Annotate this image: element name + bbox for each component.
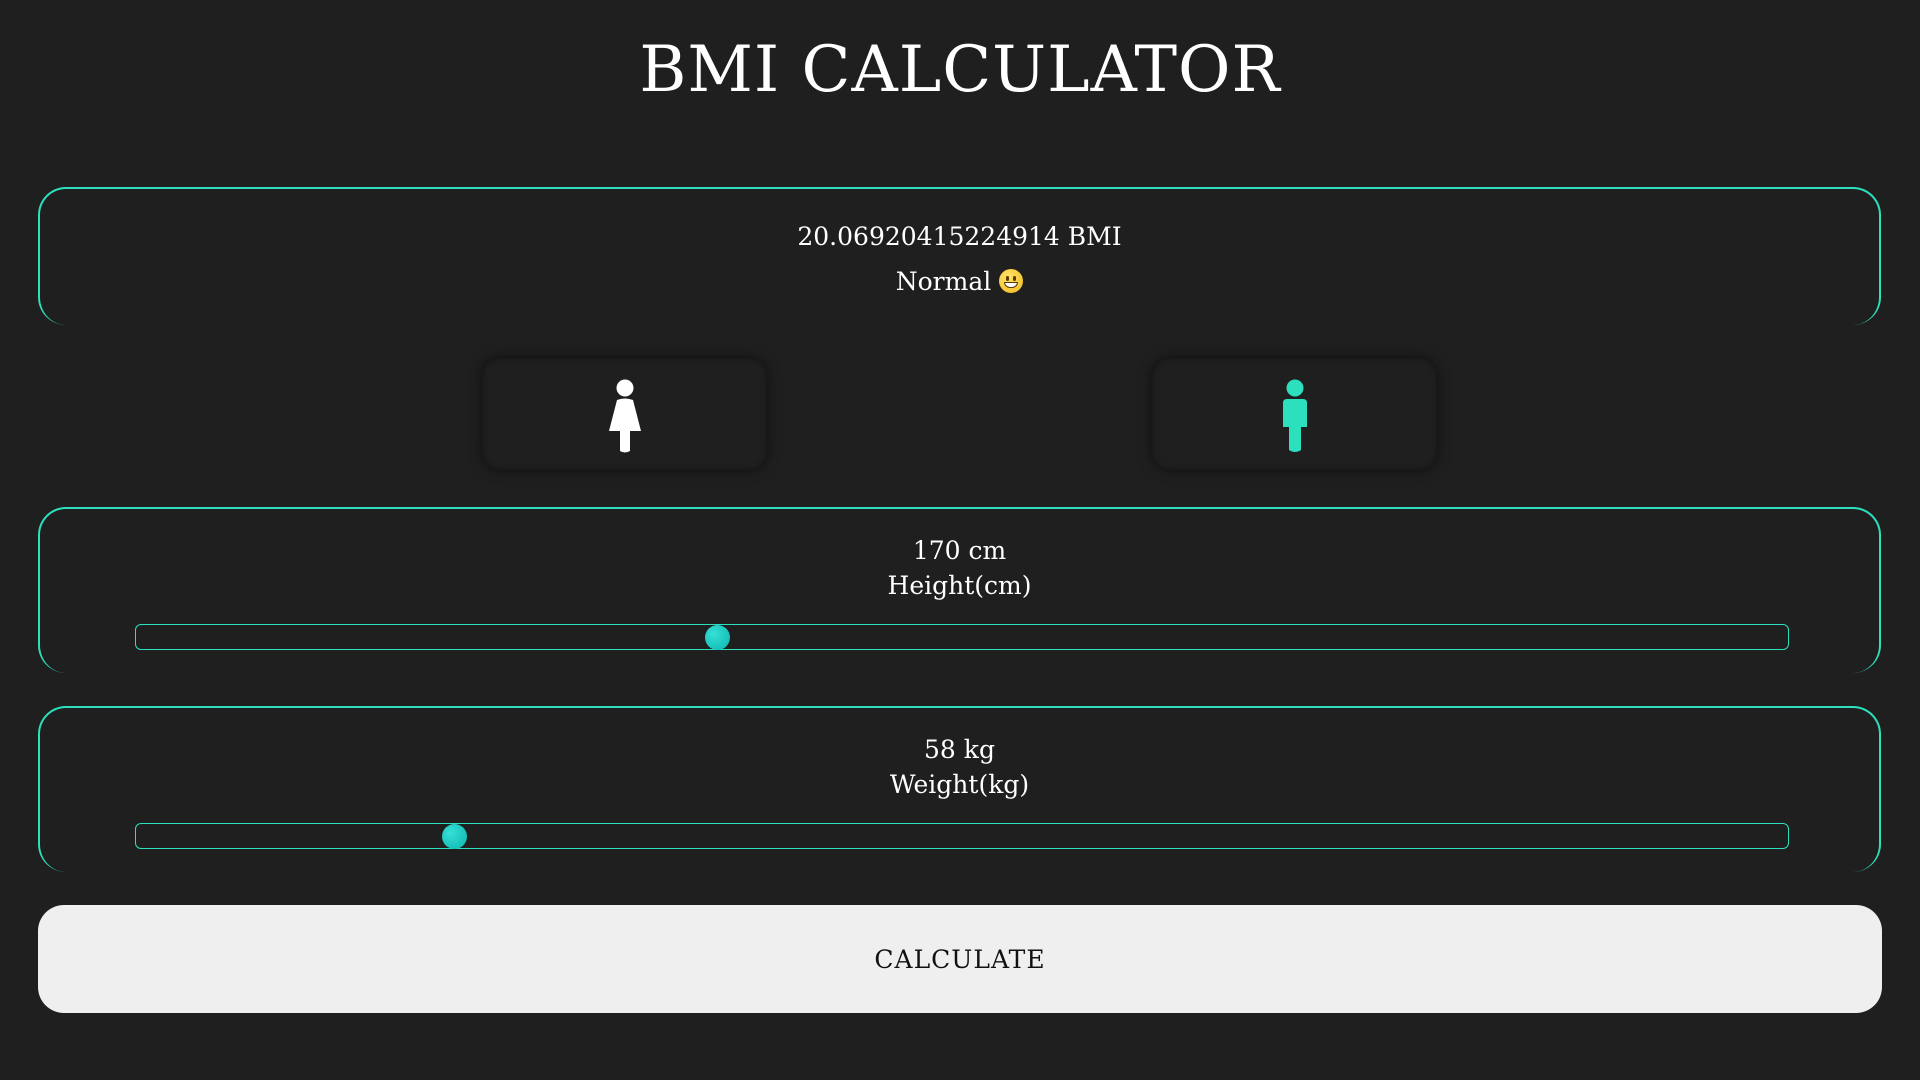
- weight-slider-thumb[interactable]: [442, 823, 468, 849]
- male-gender-button[interactable]: [1152, 358, 1437, 470]
- height-slider[interactable]: [135, 624, 1789, 650]
- bmi-calculator-page: BMI CALCULATOR 20.06920415224914 BMI Nor…: [0, 0, 1920, 1080]
- bmi-value: 20.06920415224914 BMI: [797, 222, 1122, 251]
- weight-card: 58 kg Weight(kg): [38, 706, 1881, 872]
- weight-value: 58 kg: [924, 735, 995, 764]
- calculate-button[interactable]: CALCULATE: [38, 905, 1882, 1013]
- page-title: BMI CALCULATOR: [639, 33, 1281, 107]
- result-card: 20.06920415224914 BMI Normal: [38, 187, 1881, 325]
- height-card: 170 cm Height(cm): [38, 507, 1881, 673]
- grinning-face-emoji-icon: [999, 269, 1024, 293]
- weight-slider[interactable]: [135, 823, 1789, 849]
- weight-label: Weight(kg): [889, 770, 1030, 799]
- male-icon: [1282, 379, 1307, 452]
- bmi-status-label: Normal: [895, 267, 992, 296]
- female-gender-button[interactable]: [482, 358, 767, 470]
- height-label: Height(cm): [887, 571, 1032, 600]
- bmi-status: Normal: [40, 266, 1879, 298]
- female-icon: [608, 379, 641, 453]
- height-slider-thumb[interactable]: [705, 624, 730, 650]
- height-value: 170 cm: [912, 536, 1007, 565]
